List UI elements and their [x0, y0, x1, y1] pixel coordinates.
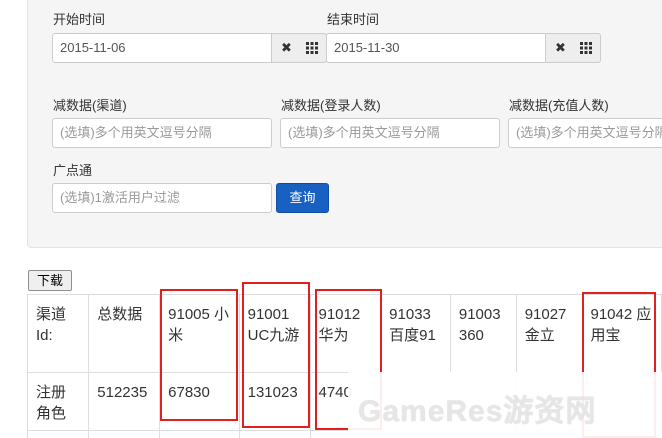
clear-icon: ✖ — [555, 40, 566, 55]
minus-recharge-input[interactable]: (选填)多个用英文逗号分隔 — [508, 118, 662, 148]
start-date-calendar-button[interactable] — [297, 33, 327, 63]
header-cell: 91042 应用宝 — [581, 294, 662, 373]
watermark-text: GameRes游资网 — [358, 395, 597, 428]
header-cell: 91033 百度91 — [380, 294, 451, 373]
table-cell: 131023 — [238, 372, 311, 431]
end-date-input[interactable]: 2015-11-30 — [326, 33, 546, 63]
minus-recharge-label: 减数据(充值人数) — [509, 98, 609, 113]
header-cell: 总数据 — [88, 294, 161, 373]
grid-icon — [305, 42, 318, 54]
grid-icon — [579, 42, 592, 54]
header-cell: 91003 360 — [449, 294, 517, 373]
table-cell — [26, 430, 90, 438]
minus-channel-label: 减数据(渠道) — [53, 98, 127, 113]
header-cell: 91001 UC九游 — [238, 294, 311, 373]
query-button[interactable]: 查询 — [276, 183, 329, 213]
minus-login-label: 减数据(登录人数) — [281, 98, 381, 113]
table-cell — [159, 430, 240, 438]
table-cell — [88, 430, 161, 438]
header-cell: 91027 金立 — [515, 294, 583, 373]
table-header-row: 渠道Id: 总数据 91005 小米 91001 UC九游 91012 华为 9… — [26, 294, 662, 373]
end-date-calendar-button[interactable] — [571, 33, 601, 63]
download-button[interactable]: 下载 — [28, 270, 72, 291]
gdt-input[interactable]: (选填)1激活用户过滤 — [52, 183, 272, 213]
table-cell — [238, 430, 311, 438]
header-cell: 91005 小米 — [159, 294, 240, 373]
clear-icon: ✖ — [281, 40, 292, 55]
start-time-label: 开始时间 — [53, 12, 106, 27]
minus-channel-input[interactable]: (选填)多个用英文逗号分隔 — [52, 118, 272, 148]
gdt-label: 广点通 — [53, 163, 93, 178]
table-cell: 512235 — [88, 372, 161, 431]
table-cell: 67830 — [159, 372, 240, 431]
header-cell: 渠道Id: — [26, 294, 90, 373]
header-cell: 91012 华为 — [309, 294, 382, 373]
table-cell: 注册角色 — [26, 372, 90, 431]
minus-login-input[interactable]: (选填)多个用英文逗号分隔 — [280, 118, 500, 148]
start-date-input[interactable]: 2015-11-06 — [52, 33, 272, 63]
end-time-label: 结束时间 — [327, 12, 380, 27]
